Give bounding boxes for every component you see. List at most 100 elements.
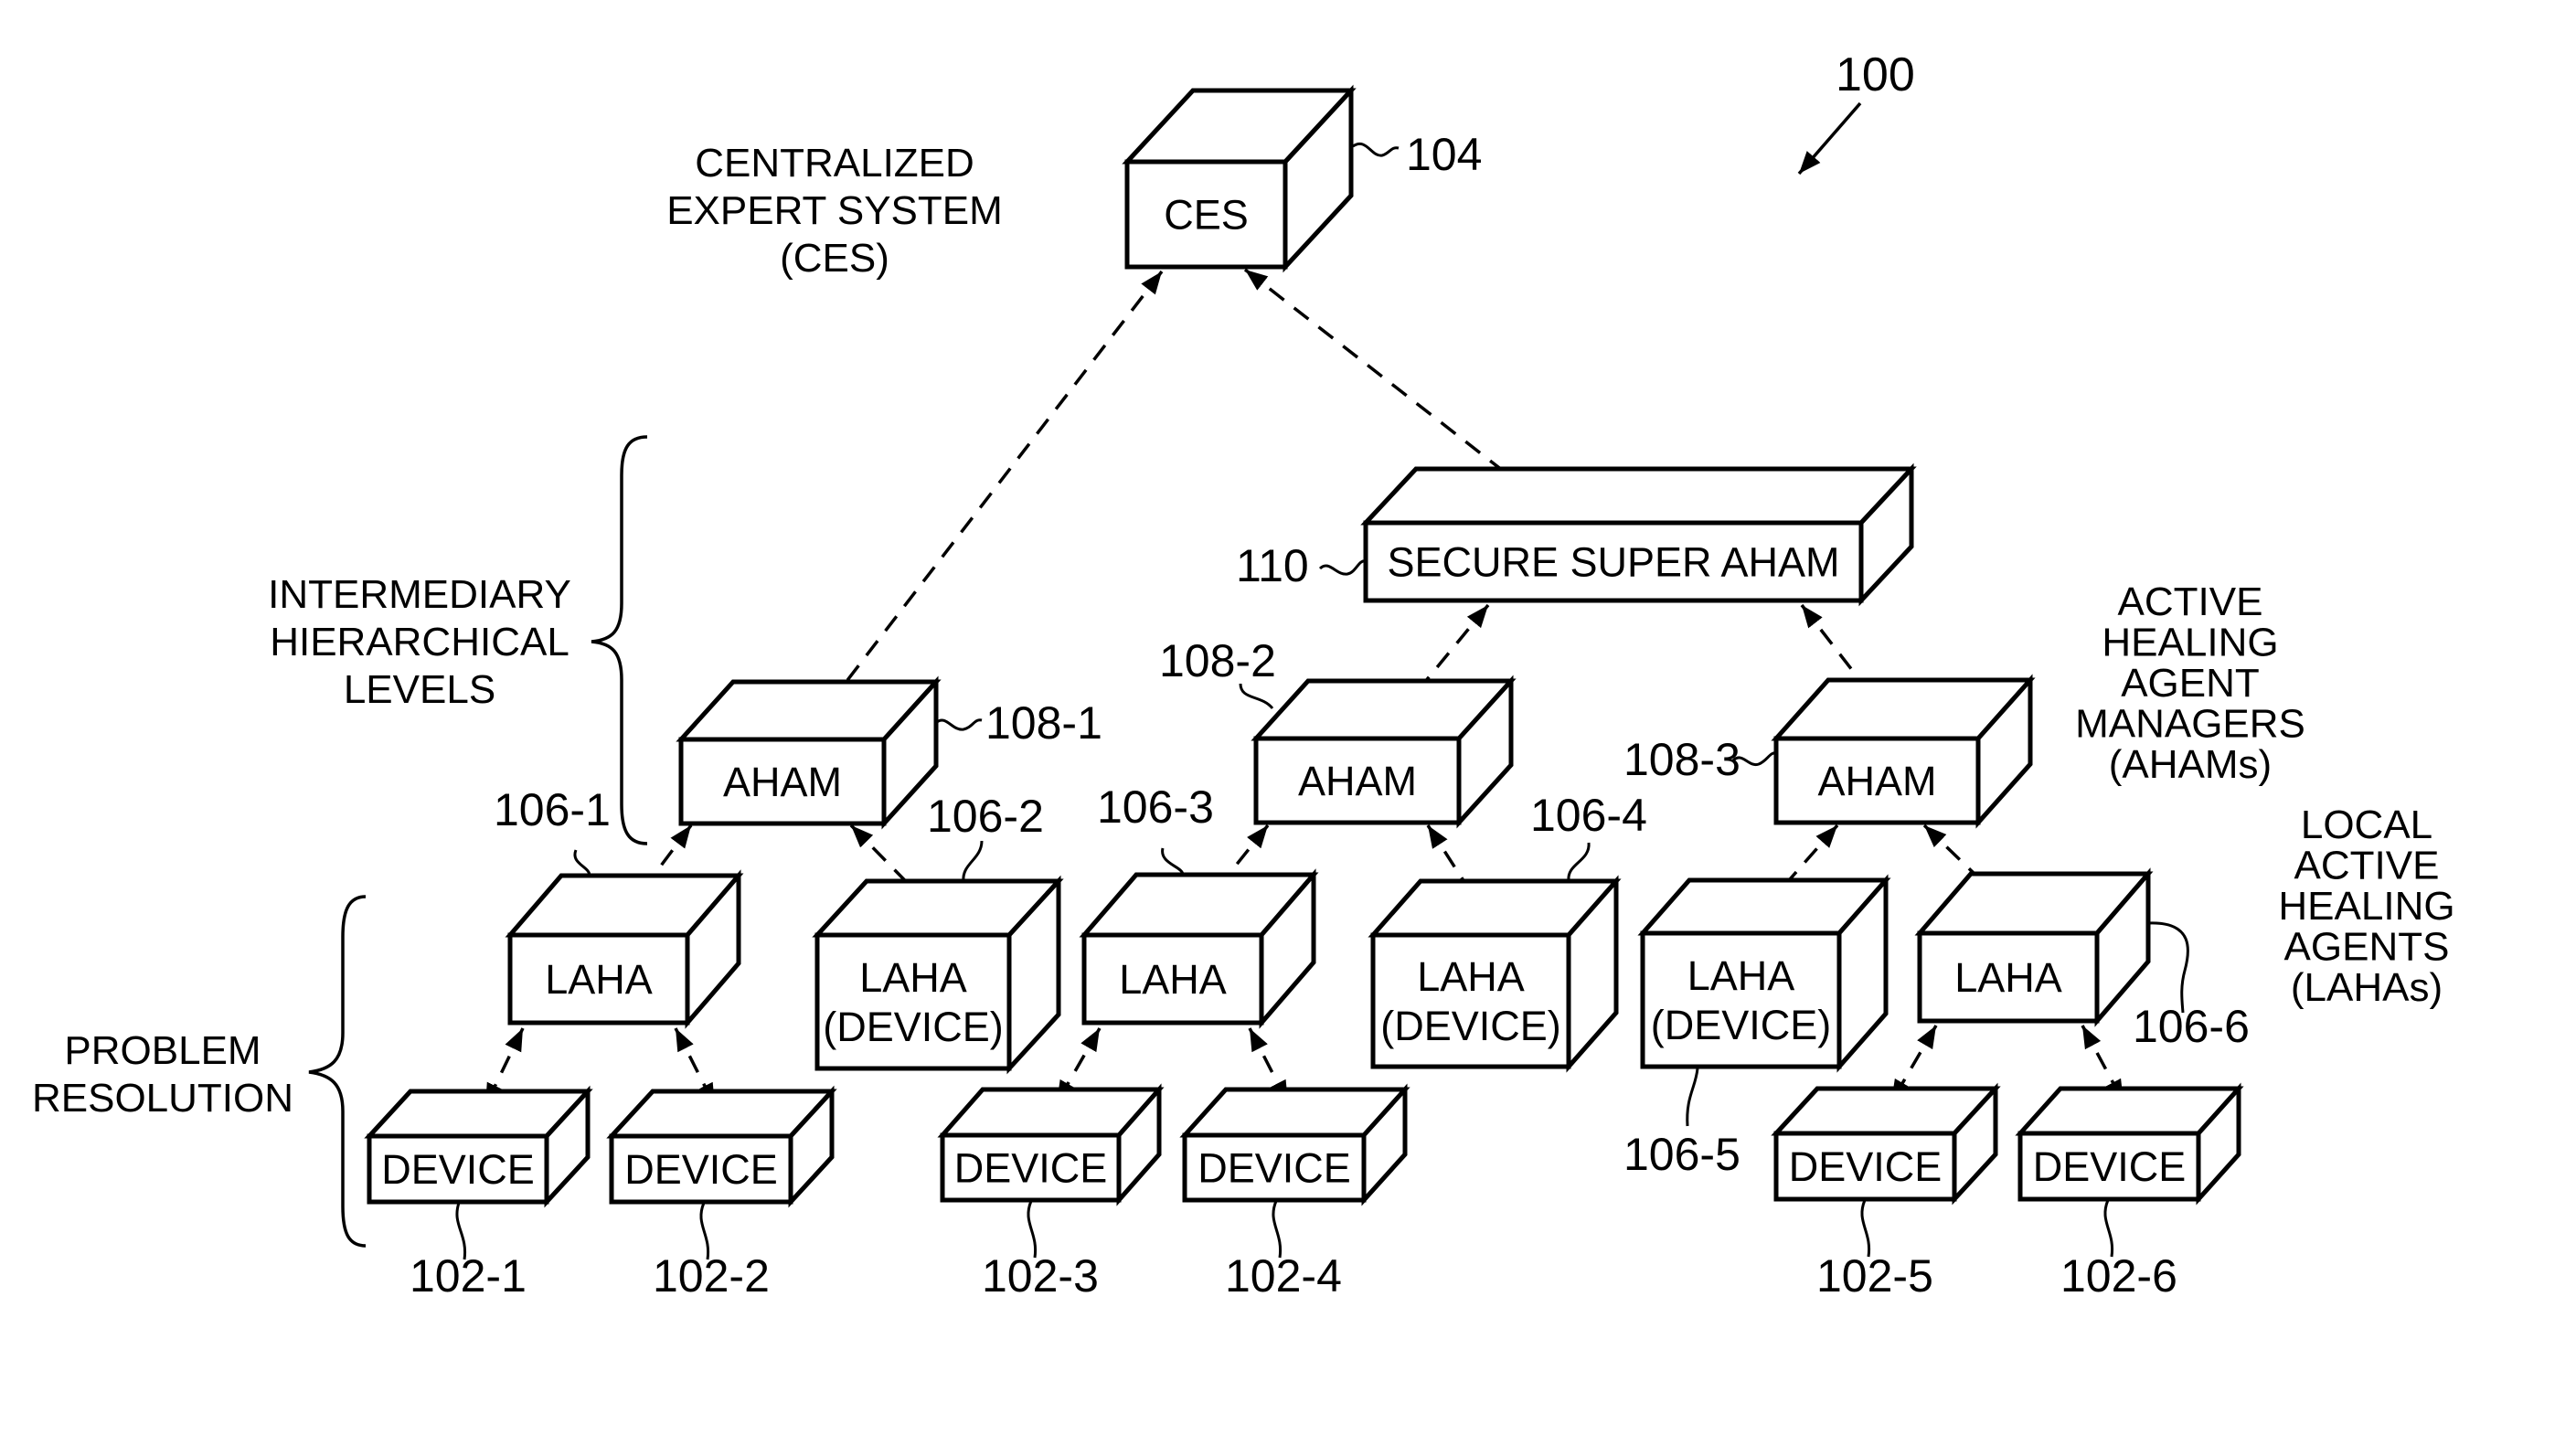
lahas-description: LOCAL ACTIVE HEALING AGENTS (LAHAs): [2278, 802, 2454, 1010]
ref-102-6: 102-6: [2060, 1250, 2177, 1302]
box-label: DEVICE: [2033, 1143, 2187, 1190]
figure-pointer-arrow: [1797, 101, 1862, 175]
annotation-line: LEVELS: [344, 667, 495, 712]
ref-102-1: 102-1: [410, 1250, 527, 1302]
leader-102-3: [1027, 1200, 1038, 1259]
box-label: (DEVICE): [1380, 1003, 1561, 1049]
node-device: DEVICE: [1179, 1083, 1410, 1206]
annotation-line: HIERARCHICAL: [270, 620, 569, 664]
leader-102-4: [1272, 1200, 1283, 1259]
node-laha: LAHA: [505, 869, 744, 1029]
box-label: AHAM: [723, 759, 842, 805]
node-centralized-expert-system: CES: [1122, 84, 1357, 273]
ref-104: 104: [1406, 129, 1482, 180]
problem-resolution-brace: [308, 895, 367, 1248]
ahams-description: ACTIVE HEALING AGENT MANAGERS (AHAMs): [2075, 579, 2305, 787]
box-label: LAHA: [1417, 953, 1525, 1000]
box-label: AHAM: [1298, 758, 1417, 804]
node-device: DEVICE: [606, 1085, 837, 1208]
node-laha: LAHA: [1079, 868, 1319, 1029]
annotation-line: (CES): [780, 236, 889, 281]
ref-106-5: 106-5: [1623, 1129, 1740, 1180]
leader-106-3: [1161, 847, 1185, 876]
figure-number: 100: [1836, 48, 1915, 101]
intermediary-levels-brace: [591, 435, 648, 845]
node-device: DEVICE: [2015, 1082, 2244, 1206]
box-label: LAHA: [859, 954, 967, 1001]
leader-106-6: [2147, 921, 2189, 1014]
annotation-line: ACTIVE: [2294, 844, 2440, 888]
annotation-line: AGENTS: [2284, 925, 2450, 970]
box-label: SECURE SUPER AHAM: [1387, 539, 1839, 586]
leader-110: [1318, 559, 1367, 576]
node-laha-device: LAHA(DEVICE): [812, 875, 1064, 1075]
box-label: CES: [1164, 192, 1249, 239]
connector-ces-ssa: [1243, 268, 1538, 498]
node-device: DEVICE: [364, 1085, 593, 1208]
ref-102-5: 102-5: [1816, 1250, 1933, 1302]
node-laha-device: LAHA(DEVICE): [1368, 875, 1622, 1073]
node-aham: AHAM: [1771, 674, 2036, 829]
ref-102-2: 102-2: [653, 1250, 770, 1302]
annotation-line: RESOLUTION: [32, 1076, 293, 1121]
ref-102-4: 102-4: [1225, 1250, 1342, 1302]
node-aham: AHAM: [676, 675, 942, 830]
node-device: DEVICE: [937, 1083, 1165, 1206]
node-aham: AHAM: [1251, 675, 1517, 829]
box-label: DEVICE: [1789, 1143, 1943, 1190]
annotation-line: INTERMEDIARY: [268, 572, 571, 617]
annotation-line: CENTRALIZED: [695, 141, 974, 186]
ref-110: 110: [1236, 540, 1309, 591]
box-label: LAHA: [1954, 954, 2062, 1001]
ref-106-2: 106-2: [927, 791, 1044, 842]
annotation-line: LOCAL: [2301, 802, 2432, 847]
ref-106-1: 106-1: [494, 784, 611, 835]
leader-106-4: [1567, 842, 1591, 881]
box-label: LAHA: [545, 956, 653, 1003]
annotation-line: ACTIVE: [2118, 579, 2263, 624]
ref-108-1: 108-1: [985, 697, 1102, 749]
intermediary-levels-label: INTERMEDIARY HIERARCHICAL LEVELS: [268, 572, 571, 712]
leader-106-2: [962, 840, 984, 882]
leader-102-5: [1860, 1199, 1871, 1258]
box-label: (DEVICE): [1651, 1002, 1832, 1048]
ref-106-3: 106-3: [1097, 781, 1214, 833]
hierarchical-healing-diagram: CESSECURE SUPER AHAMAHAM AHAM AHAMLAHA LAHA…: [32, 48, 2455, 1302]
node-laha-device: LAHA(DEVICE): [1637, 874, 1891, 1073]
annotation-line: AGENT: [2121, 661, 2260, 706]
annotation-line: MANAGERS: [2075, 702, 2305, 747]
leader-108-1: [936, 718, 983, 731]
annotation-line: PROBLEM: [64, 1028, 261, 1073]
node-device: DEVICE: [1771, 1082, 2001, 1206]
ref-106-6: 106-6: [2133, 1001, 2250, 1052]
box-label: DEVICE: [624, 1146, 778, 1193]
ces-description: CENTRALIZED EXPERT SYSTEM (CES): [666, 141, 1003, 281]
leader-102-6: [2103, 1199, 2114, 1258]
node-secure-super-aham: SECURE SUPER AHAM: [1360, 462, 1917, 607]
leader-106-1: [573, 849, 591, 877]
annotation-line: HEALING: [2102, 621, 2278, 665]
leader-106-5: [1686, 1068, 1699, 1127]
leader-104: [1352, 143, 1400, 157]
box-label: DEVICE: [954, 1145, 1108, 1192]
node-laha: LAHA: [1914, 867, 2154, 1027]
problem-resolution-label: PROBLEM RESOLUTION: [32, 1028, 293, 1121]
box-label: AHAM: [1817, 758, 1936, 804]
box-label: DEVICE: [1198, 1145, 1351, 1192]
annotation-line: (LAHAs): [2291, 965, 2443, 1010]
annotation-line: HEALING: [2278, 884, 2454, 929]
ref-106-4: 106-4: [1530, 790, 1647, 841]
annotation-line: (AHAMs): [2109, 742, 2272, 787]
ref-102-3: 102-3: [982, 1250, 1099, 1302]
box-label: LAHA: [1119, 956, 1227, 1003]
connector-ces-aham1: [822, 270, 1164, 713]
ref-108-2: 108-2: [1159, 635, 1276, 686]
leader-108-2: [1239, 683, 1274, 710]
box-label: DEVICE: [381, 1146, 535, 1193]
annotation-line: EXPERT SYSTEM: [666, 188, 1003, 233]
box-label: (DEVICE): [823, 1004, 1004, 1050]
ref-108-3: 108-3: [1623, 734, 1740, 785]
boxes-layer: CESSECURE SUPER AHAMAHAM AHAM AHAMLAHA LAHA…: [364, 84, 2244, 1208]
box-label: LAHA: [1687, 952, 1795, 999]
box-top-face: [1360, 466, 1917, 526]
